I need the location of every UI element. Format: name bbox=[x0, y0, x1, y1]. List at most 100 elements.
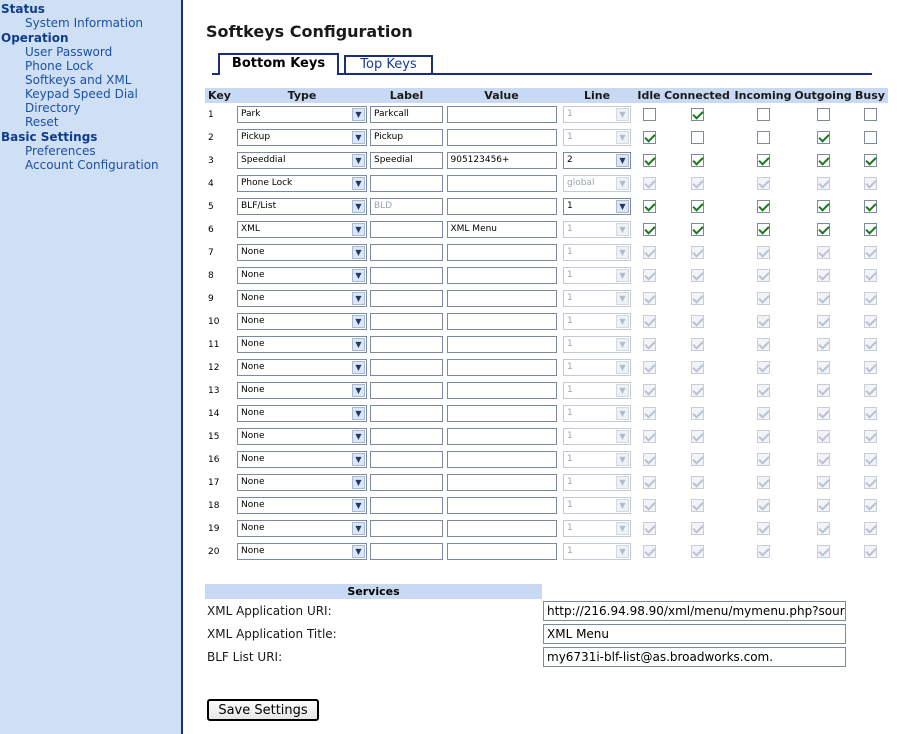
value-input[interactable] bbox=[446, 428, 557, 445]
line-select[interactable]: 1 ▼ bbox=[563, 313, 631, 330]
line-select[interactable]: 1 ▼ bbox=[563, 474, 631, 491]
label-input[interactable] bbox=[370, 474, 443, 491]
connected-checkbox[interactable] bbox=[690, 246, 704, 259]
type-select[interactable]: Pickup ▼ bbox=[237, 129, 367, 146]
connected-checkbox[interactable] bbox=[690, 545, 704, 558]
label-input[interactable]: Speedial bbox=[370, 152, 443, 169]
label-input[interactable] bbox=[370, 175, 443, 192]
idle-checkbox[interactable] bbox=[642, 453, 656, 466]
sidebar-item-system-information[interactable]: System Information bbox=[0, 16, 181, 30]
tab-top-keys[interactable]: Top Keys bbox=[344, 55, 433, 73]
type-select[interactable]: None ▼ bbox=[237, 451, 367, 468]
idle-checkbox[interactable] bbox=[642, 315, 656, 328]
outgoing-checkbox[interactable] bbox=[816, 177, 830, 190]
idle-checkbox[interactable] bbox=[642, 522, 656, 535]
incoming-checkbox[interactable] bbox=[756, 522, 770, 535]
connected-checkbox[interactable] bbox=[690, 430, 704, 443]
value-input[interactable]: 905123456+ bbox=[446, 152, 557, 169]
value-input[interactable] bbox=[446, 175, 557, 192]
incoming-checkbox[interactable] bbox=[756, 499, 770, 512]
incoming-checkbox[interactable] bbox=[756, 476, 770, 489]
type-select[interactable]: None ▼ bbox=[237, 520, 367, 537]
outgoing-checkbox[interactable] bbox=[816, 384, 830, 397]
outgoing-checkbox[interactable] bbox=[816, 545, 830, 558]
line-select[interactable]: 1 ▼ bbox=[563, 336, 631, 353]
outgoing-checkbox[interactable] bbox=[816, 430, 830, 443]
sidebar-item-reset[interactable]: Reset bbox=[0, 115, 181, 129]
value-input[interactable] bbox=[446, 313, 557, 330]
connected-checkbox[interactable] bbox=[690, 522, 704, 535]
idle-checkbox[interactable] bbox=[642, 499, 656, 512]
label-input[interactable] bbox=[370, 497, 443, 514]
value-input[interactable] bbox=[446, 405, 557, 422]
outgoing-checkbox[interactable] bbox=[816, 453, 830, 466]
outgoing-checkbox[interactable] bbox=[816, 200, 830, 213]
connected-checkbox[interactable] bbox=[690, 154, 704, 167]
type-select[interactable]: None ▼ bbox=[237, 382, 367, 399]
line-select[interactable]: 1 ▼ bbox=[563, 405, 631, 422]
label-input[interactable] bbox=[370, 313, 443, 330]
connected-checkbox[interactable] bbox=[690, 361, 704, 374]
incoming-checkbox[interactable] bbox=[756, 545, 770, 558]
connected-checkbox[interactable] bbox=[690, 476, 704, 489]
value-input[interactable] bbox=[446, 451, 557, 468]
type-select[interactable]: None ▼ bbox=[237, 474, 367, 491]
xml-uri-input[interactable]: http://216.94.98.90/xml/menu/mymenu.php?… bbox=[543, 601, 846, 621]
busy-checkbox[interactable] bbox=[863, 292, 877, 305]
idle-checkbox[interactable] bbox=[642, 338, 656, 351]
connected-checkbox[interactable] bbox=[690, 177, 704, 190]
type-select[interactable]: None ▼ bbox=[237, 336, 367, 353]
busy-checkbox[interactable] bbox=[863, 338, 877, 351]
outgoing-checkbox[interactable] bbox=[816, 223, 830, 236]
line-select[interactable]: 1 ▼ bbox=[563, 520, 631, 537]
line-select[interactable]: 1 ▼ bbox=[563, 290, 631, 307]
incoming-checkbox[interactable] bbox=[756, 269, 770, 282]
value-input[interactable] bbox=[446, 359, 557, 376]
idle-checkbox[interactable] bbox=[642, 545, 656, 558]
outgoing-checkbox[interactable] bbox=[816, 522, 830, 535]
incoming-checkbox[interactable] bbox=[756, 338, 770, 351]
idle-checkbox[interactable] bbox=[642, 407, 656, 420]
line-select[interactable]: 1 ▼ bbox=[563, 382, 631, 399]
busy-checkbox[interactable] bbox=[863, 499, 877, 512]
type-select[interactable]: None ▼ bbox=[237, 290, 367, 307]
incoming-checkbox[interactable] bbox=[756, 108, 770, 121]
idle-checkbox[interactable] bbox=[642, 131, 656, 144]
connected-checkbox[interactable] bbox=[690, 200, 704, 213]
label-input[interactable] bbox=[370, 336, 443, 353]
outgoing-checkbox[interactable] bbox=[816, 361, 830, 374]
incoming-checkbox[interactable] bbox=[756, 361, 770, 374]
type-select[interactable]: None ▼ bbox=[237, 359, 367, 376]
busy-checkbox[interactable] bbox=[863, 545, 877, 558]
tab-bottom-keys[interactable]: Bottom Keys bbox=[218, 53, 339, 75]
line-select[interactable]: 1 ▼ bbox=[563, 198, 631, 215]
connected-checkbox[interactable] bbox=[690, 108, 704, 121]
incoming-checkbox[interactable] bbox=[756, 315, 770, 328]
save-settings-button[interactable]: Save Settings bbox=[207, 699, 319, 721]
incoming-checkbox[interactable] bbox=[756, 407, 770, 420]
busy-checkbox[interactable] bbox=[863, 108, 877, 121]
line-select[interactable]: 1 ▼ bbox=[563, 359, 631, 376]
busy-checkbox[interactable] bbox=[863, 154, 877, 167]
outgoing-checkbox[interactable] bbox=[816, 476, 830, 489]
line-select[interactable]: 1 ▼ bbox=[563, 497, 631, 514]
connected-checkbox[interactable] bbox=[690, 223, 704, 236]
incoming-checkbox[interactable] bbox=[756, 246, 770, 259]
type-select[interactable]: Phone Lock ▼ bbox=[237, 175, 367, 192]
busy-checkbox[interactable] bbox=[863, 315, 877, 328]
value-input[interactable]: XML Menu bbox=[446, 221, 557, 238]
line-select[interactable]: 1 ▼ bbox=[563, 451, 631, 468]
type-select[interactable]: XML ▼ bbox=[237, 221, 367, 238]
line-select[interactable]: 1 ▼ bbox=[563, 267, 631, 284]
idle-checkbox[interactable] bbox=[642, 430, 656, 443]
value-input[interactable] bbox=[446, 497, 557, 514]
connected-checkbox[interactable] bbox=[690, 499, 704, 512]
incoming-checkbox[interactable] bbox=[756, 384, 770, 397]
line-select[interactable]: global ▼ bbox=[563, 175, 631, 192]
connected-checkbox[interactable] bbox=[690, 292, 704, 305]
connected-checkbox[interactable] bbox=[690, 315, 704, 328]
blf-uri-input[interactable]: my6731i-blf-list@as.broadworks.com. bbox=[543, 647, 846, 667]
value-input[interactable] bbox=[446, 336, 557, 353]
sidebar-item-preferences[interactable]: Preferences bbox=[0, 144, 181, 158]
label-input[interactable] bbox=[370, 382, 443, 399]
